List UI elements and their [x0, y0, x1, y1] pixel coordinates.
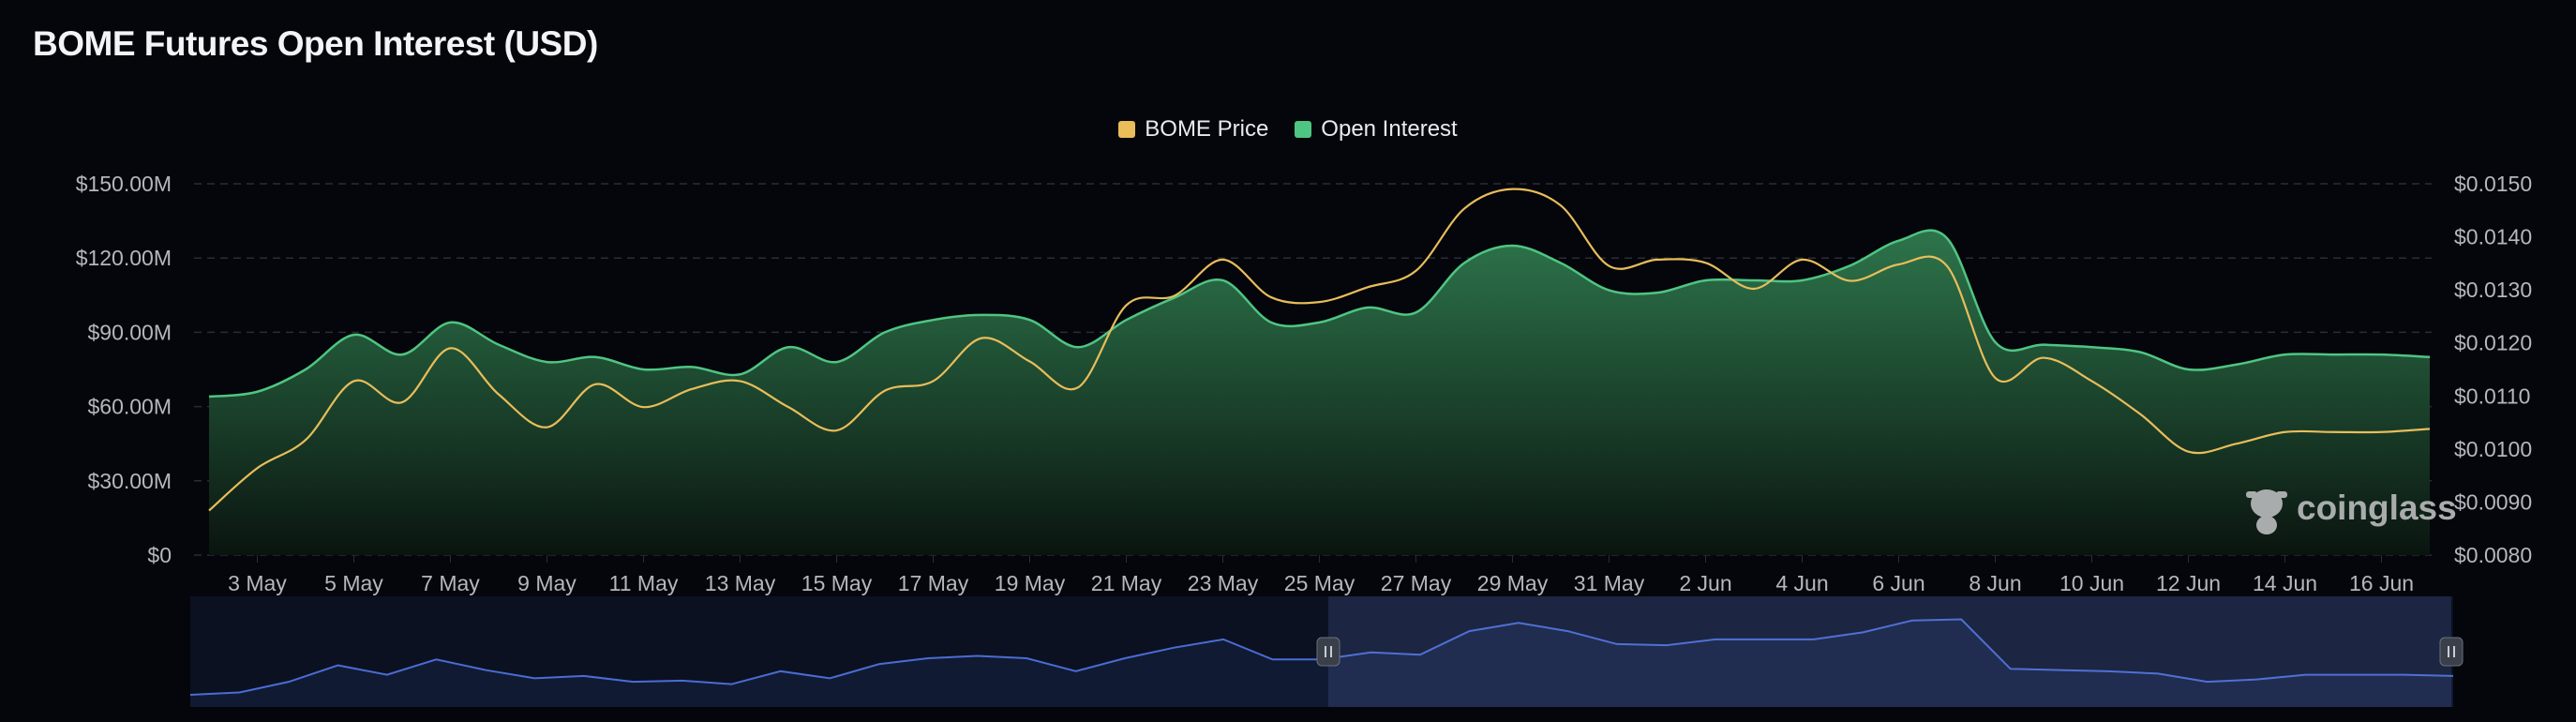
y-right-tick-label: $0.0150	[2454, 172, 2532, 196]
x-tick-label: 25 May	[1284, 571, 1355, 595]
navigator-left-handle[interactable]	[1316, 637, 1340, 667]
x-tick-label: 13 May	[705, 571, 776, 595]
x-tick-label: 8 Jun	[1969, 571, 2021, 595]
x-tick-label: 6 Jun	[1872, 571, 1925, 595]
y-left-tick-label: $30.00M	[87, 469, 172, 493]
x-tick-label: 5 May	[324, 571, 383, 595]
navigator-selected-range[interactable]	[1328, 596, 2451, 707]
navigator[interactable]	[189, 596, 2464, 707]
x-tick-label: 2 Jun	[1679, 571, 1731, 595]
y-right-tick-label: $0.0120	[2454, 331, 2532, 355]
chart-area: $0 $30.00M $60.00M $90.00M $120.00M $150.00M $…	[76, 172, 2532, 707]
y-left-tick-label: $120.00M	[76, 246, 172, 270]
x-tick-label: 29 May	[1477, 571, 1549, 595]
open-interest-area	[209, 230, 2430, 556]
x-tick-label: 31 May	[1574, 571, 1645, 595]
x-tick-label: 11 May	[609, 571, 679, 595]
x-tick-label: 27 May	[1381, 571, 1452, 595]
x-tick-label: 4 Jun	[1775, 571, 1828, 595]
y-left-tick-label: $90.00M	[87, 320, 172, 344]
x-tick-label: 23 May	[1188, 571, 1259, 595]
x-tick-label: 21 May	[1091, 571, 1162, 595]
x-tick-label: 19 May	[995, 571, 1066, 595]
x-tick-label: 12 Jun	[2156, 571, 2221, 595]
x-tick-label: 14 Jun	[2253, 571, 2317, 595]
y-right-tick-label: $0.0090	[2454, 489, 2532, 514]
y-left-tick-label: $60.00M	[87, 395, 172, 419]
y-right-tick-label: $0.0140	[2454, 225, 2532, 249]
x-tick-label: 17 May	[898, 571, 969, 595]
y-left-tick-label: $0	[147, 543, 172, 567]
y-left-tick-label: $150.00M	[76, 172, 172, 196]
x-tick-label: 16 Jun	[2349, 571, 2414, 595]
x-tick-label: 7 May	[421, 571, 480, 595]
y-right-tick-label: $0.0130	[2454, 278, 2532, 302]
x-tick-label: 10 Jun	[2059, 571, 2124, 595]
watermark-text: coinglass	[2297, 489, 2457, 527]
x-tick-label: 9 May	[517, 571, 577, 595]
y-right-tick-label: $0.0110	[2454, 384, 2530, 408]
navigator-right-handle[interactable]	[2439, 637, 2464, 667]
x-tick-label: 3 May	[228, 571, 287, 595]
y-right-tick-label: $0.0100	[2454, 437, 2532, 461]
x-tick-label: 15 May	[801, 571, 873, 595]
y-right-tick-label: $0.0080	[2454, 543, 2532, 567]
